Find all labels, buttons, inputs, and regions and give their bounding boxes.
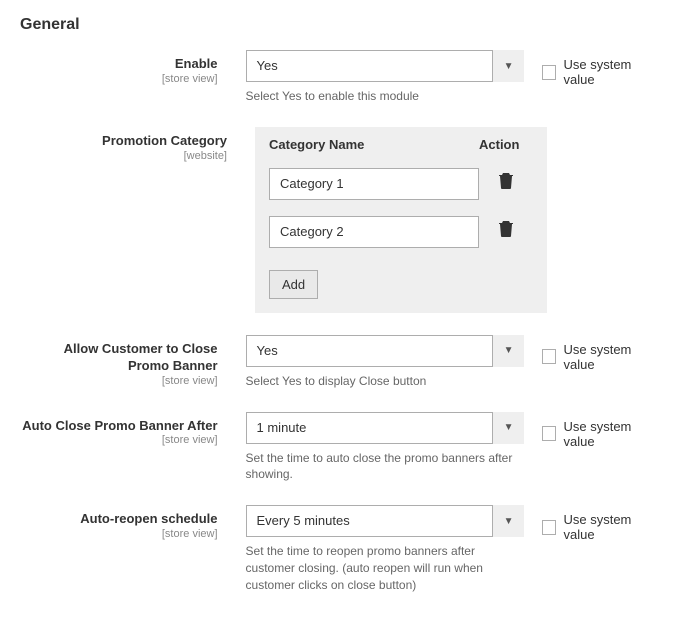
field-allow-close: Allow Customer to Close Promo Banner [st… (20, 335, 661, 390)
allow-close-use-system-checkbox[interactable] (542, 349, 556, 364)
enable-use-system-label: Use system value (563, 57, 661, 87)
column-header-name: Category Name (269, 137, 479, 152)
auto-close-after-use-system-label: Use system value (563, 419, 661, 449)
auto-close-after-use-system-checkbox[interactable] (542, 426, 556, 441)
promotion-category-label: Promotion Category (102, 133, 227, 148)
trash-icon[interactable] (479, 221, 533, 242)
promotion-category-table: Category Name Action Add (255, 127, 547, 313)
auto-reopen-note: Set the time to reopen promo banners aft… (246, 543, 525, 593)
field-auto-close-after: Auto Close Promo Banner After [store vie… (20, 412, 661, 484)
category-name-input[interactable] (269, 216, 479, 248)
allow-close-select-value: Yes (246, 335, 525, 367)
allow-close-scope: [store view] (20, 375, 218, 387)
allow-close-select[interactable]: Yes ▼ (246, 335, 525, 367)
auto-reopen-scope: [store view] (20, 528, 218, 540)
category-name-input[interactable] (269, 168, 479, 200)
section-title: General (20, 10, 661, 50)
allow-close-note: Select Yes to display Close button (246, 373, 525, 390)
add-button[interactable]: Add (269, 270, 318, 299)
auto-close-after-select-value: 1 minute (246, 412, 525, 444)
enable-scope: [store view] (20, 73, 218, 85)
auto-reopen-use-system-label: Use system value (563, 512, 661, 542)
auto-close-after-note: Set the time to auto close the promo ban… (246, 450, 525, 484)
table-row (255, 160, 547, 208)
allow-close-label: Allow Customer to Close Promo Banner (64, 341, 218, 373)
column-header-action: Action (479, 137, 533, 152)
enable-label: Enable (175, 56, 218, 71)
auto-close-after-select[interactable]: 1 minute ▼ (246, 412, 525, 444)
field-promotion-category: Promotion Category [website] Category Na… (20, 127, 661, 313)
auto-reopen-select[interactable]: Every 5 minutes ▼ (246, 505, 525, 537)
field-auto-reopen: Auto-reopen schedule [store view] Every … (20, 505, 661, 593)
allow-close-use-system-label: Use system value (563, 342, 661, 372)
auto-close-after-scope: [store view] (20, 434, 218, 446)
trash-icon[interactable] (479, 173, 533, 194)
enable-use-system-checkbox[interactable] (542, 65, 556, 80)
auto-reopen-use-system-checkbox[interactable] (542, 520, 556, 535)
enable-select[interactable]: Yes ▼ (246, 50, 525, 82)
auto-reopen-select-value: Every 5 minutes (246, 505, 525, 537)
auto-close-after-label: Auto Close Promo Banner After (22, 418, 217, 433)
promotion-category-scope: [website] (20, 150, 227, 162)
enable-select-value: Yes (246, 50, 525, 82)
field-enable: Enable [store view] Yes ▼ Select Yes to … (20, 50, 661, 105)
table-row (255, 208, 547, 256)
enable-note: Select Yes to enable this module (246, 88, 525, 105)
